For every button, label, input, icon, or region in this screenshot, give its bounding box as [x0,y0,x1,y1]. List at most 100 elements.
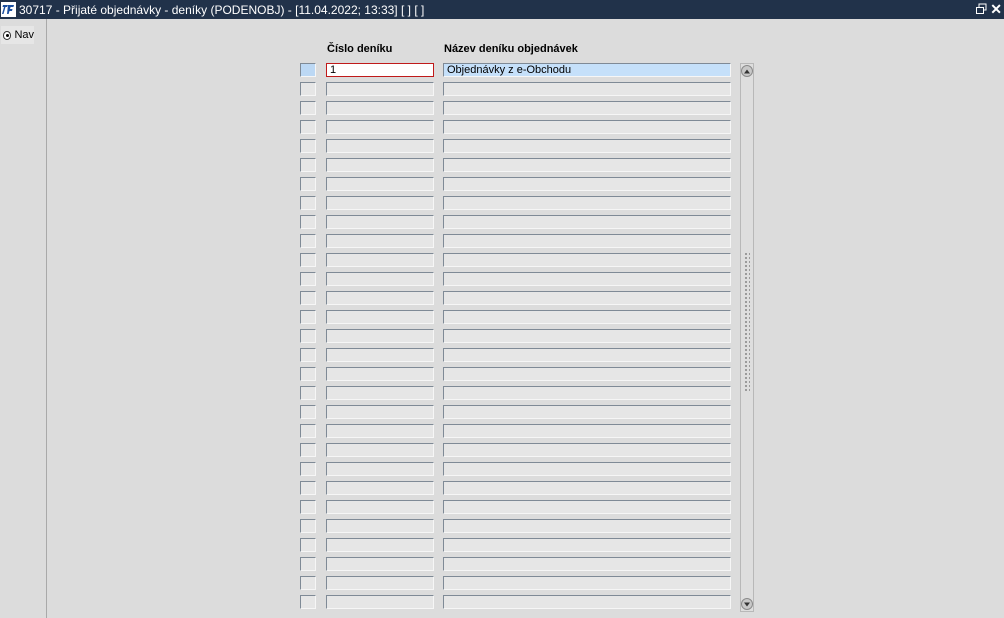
nazev-deniku-field[interactable] [443,139,731,153]
row-selector[interactable] [300,63,316,77]
nazev-deniku-field[interactable] [443,462,731,476]
row-selector[interactable] [300,158,316,172]
row-selector[interactable] [300,462,316,476]
row-selector[interactable] [300,519,316,533]
radio-selected-icon[interactable] [3,30,12,40]
nazev-deniku-field[interactable] [443,177,731,191]
nazev-deniku-field[interactable] [443,367,731,381]
cislo-deniku-field[interactable] [326,538,434,552]
row-selector[interactable] [300,101,316,115]
nazev-deniku-field[interactable] [443,291,731,305]
cislo-deniku-field[interactable] [326,405,434,419]
nazev-deniku-field[interactable] [443,443,731,457]
cislo-deniku-field[interactable] [326,215,434,229]
row-selector[interactable] [300,386,316,400]
cislo-deniku-field[interactable] [326,272,434,286]
cislo-deniku-field[interactable] [326,101,434,115]
row-selector[interactable] [300,595,316,609]
nazev-deniku-field[interactable] [443,253,731,267]
cislo-deniku-field[interactable] [326,177,434,191]
row-selector[interactable] [300,538,316,552]
nazev-deniku-field[interactable] [443,348,731,362]
nazev-deniku-field[interactable] [443,158,731,172]
cislo-deniku-field[interactable] [326,120,434,134]
cislo-deniku-field[interactable] [326,139,434,153]
scroll-down-button[interactable] [741,598,753,610]
cislo-deniku-field[interactable] [326,310,434,324]
row-selector[interactable] [300,576,316,590]
nazev-deniku-field[interactable] [443,405,731,419]
row-selector[interactable] [300,253,316,267]
row-selector[interactable] [300,348,316,362]
nazev-deniku-field[interactable] [443,196,731,210]
row-selector[interactable] [300,291,316,305]
nazev-deniku-field[interactable]: Objednávky z e-Obchodu [443,63,731,77]
nazev-deniku-field[interactable] [443,595,731,609]
cislo-deniku-field[interactable] [326,253,434,267]
scroll-thumb-grip[interactable] [744,252,750,392]
row-selector[interactable] [300,329,316,343]
row-selector[interactable] [300,557,316,571]
nazev-deniku-field[interactable] [443,576,731,590]
scroll-up-button[interactable] [741,65,753,77]
cislo-deniku-field[interactable] [326,82,434,96]
nazev-deniku-field[interactable] [443,234,731,248]
cislo-deniku-field[interactable] [326,462,434,476]
title-bar: 30717 - Přijaté objednávky - deníky (POD… [0,0,1004,19]
row-selector[interactable] [300,500,316,514]
nazev-deniku-field[interactable] [443,120,731,134]
window-title: 30717 - Přijaté objednávky - deníky (POD… [19,2,425,17]
app-logo-icon [1,2,16,17]
cislo-deniku-field[interactable] [326,424,434,438]
cislo-deniku-field[interactable] [326,367,434,381]
cislo-deniku-field[interactable] [326,291,434,305]
nazev-deniku-field[interactable] [443,101,731,115]
cislo-deniku-field[interactable] [326,519,434,533]
row-selector[interactable] [300,120,316,134]
nazev-deniku-field[interactable] [443,557,731,571]
cislo-deniku-field[interactable]: 1 [326,63,434,77]
nazev-deniku-field[interactable] [443,215,731,229]
cislo-deniku-field[interactable] [326,348,434,362]
cislo-deniku-field[interactable] [326,158,434,172]
column-header-nazev-deniku: Název deníku objednávek [444,43,578,55]
cislo-deniku-field[interactable] [326,329,434,343]
cislo-deniku-field[interactable] [326,595,434,609]
row-selector[interactable] [300,139,316,153]
nazev-deniku-field[interactable] [443,329,731,343]
row-selector[interactable] [300,310,316,324]
row-selector[interactable] [300,82,316,96]
cislo-deniku-field[interactable] [326,500,434,514]
row-selector[interactable] [300,272,316,286]
column-header-cislo-deniku: Číslo deníku [327,43,393,55]
cislo-deniku-field[interactable] [326,386,434,400]
nazev-deniku-field[interactable] [443,519,731,533]
nazev-deniku-field[interactable] [443,538,731,552]
row-selector[interactable] [300,367,316,381]
nazev-deniku-field[interactable] [443,500,731,514]
nazev-deniku-field[interactable] [443,386,731,400]
cislo-deniku-field[interactable] [326,576,434,590]
row-selector[interactable] [300,234,316,248]
cislo-deniku-field[interactable] [326,443,434,457]
nazev-deniku-field[interactable] [443,82,731,96]
vertical-scrollbar[interactable] [740,63,754,612]
cislo-deniku-field[interactable] [326,481,434,495]
cislo-deniku-field[interactable] [326,196,434,210]
row-selector[interactable] [300,215,316,229]
cislo-deniku-field[interactable] [326,557,434,571]
cislo-deniku-field[interactable] [326,234,434,248]
nazev-deniku-field[interactable] [443,424,731,438]
nazev-deniku-field[interactable] [443,272,731,286]
row-selector[interactable] [300,196,316,210]
row-selector[interactable] [300,443,316,457]
nav-radio-option[interactable]: Nav [1,26,34,44]
nazev-deniku-field[interactable] [443,310,731,324]
row-selector[interactable] [300,405,316,419]
row-selector[interactable] [300,424,316,438]
row-selector[interactable] [300,177,316,191]
close-window-icon[interactable]: ✕ [990,1,1002,17]
restore-window-icon[interactable] [975,3,988,16]
nazev-deniku-field[interactable] [443,481,731,495]
row-selector[interactable] [300,481,316,495]
